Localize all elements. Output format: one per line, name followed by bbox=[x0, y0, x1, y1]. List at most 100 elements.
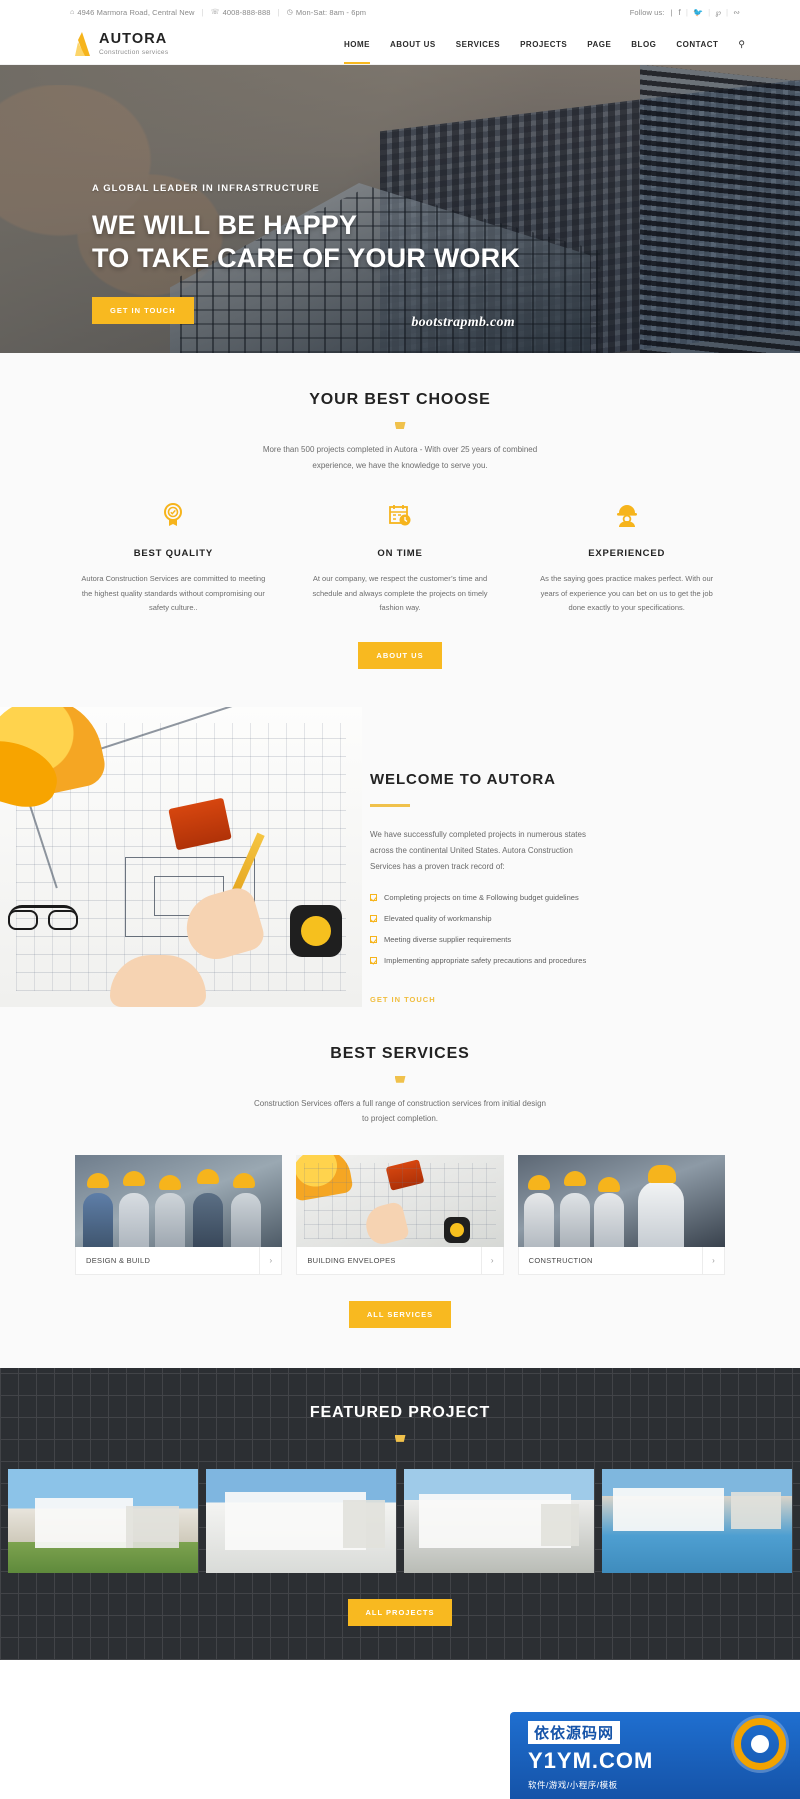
service-card-list: DESIGN & BUILD › BUILDING ENVELOPES › CO… bbox=[0, 1154, 800, 1275]
feature-best-quality: BEST QUALITY Autora Construction Service… bbox=[60, 503, 287, 616]
checklist-item: Elevated quality of workmanship bbox=[370, 913, 728, 925]
twitter-icon[interactable]: 🐦 bbox=[693, 8, 703, 17]
divider: | bbox=[685, 7, 689, 17]
badge-ring-icon bbox=[734, 1718, 786, 1770]
autora-logo-icon bbox=[72, 31, 92, 57]
badge-subtitle: 软件/游戏/小程序/模板 bbox=[528, 1779, 618, 1790]
service-label: DESIGN & BUILD bbox=[86, 1255, 151, 1265]
badge-url: Y1YM.COM bbox=[528, 1747, 654, 1773]
welcome-checklist: Completing projects on time & Following … bbox=[370, 892, 728, 967]
nav-item-services[interactable]: SERVICES bbox=[446, 28, 510, 61]
feature-title: ON TIME bbox=[377, 548, 423, 560]
checklist-item: Completing projects on time & Following … bbox=[370, 892, 728, 904]
service-image bbox=[296, 1154, 504, 1247]
best-choose-description: More than 500 projects completed in Auto… bbox=[262, 445, 538, 470]
feature-text: As the saying goes practice makes perfec… bbox=[540, 574, 714, 613]
check-icon bbox=[370, 935, 377, 943]
welcome-section: WELCOME TO AUTORA We have successfully c… bbox=[0, 707, 800, 1007]
main-nav[interactable]: HOME ABOUT US SERVICES PROJECTS PAGE BLO… bbox=[334, 28, 745, 64]
topbar-social: Follow us: | f | 🐦 | ℘ | ∾ bbox=[630, 8, 740, 17]
phone-icon: ☏ bbox=[210, 9, 220, 16]
logo[interactable]: AUTORA Construction services bbox=[72, 31, 168, 57]
service-image bbox=[75, 1154, 283, 1247]
service-next-arrow-icon[interactable]: › bbox=[480, 1246, 503, 1274]
about-us-button[interactable]: ABOUT US bbox=[358, 642, 442, 670]
best-choose-title: YOUR BEST CHOOSE bbox=[309, 391, 491, 408]
welcome-get-in-touch-link[interactable]: GET IN TOUCH bbox=[370, 995, 436, 1004]
home-icon: ⌂ bbox=[70, 8, 75, 16]
feature-text: Autora Construction Services are committ… bbox=[81, 574, 266, 613]
project-thumbnail-1[interactable] bbox=[8, 1468, 198, 1573]
topbar-hours-text: Mon-Sat: 8am - 6pm bbox=[295, 7, 367, 17]
service-card-design-build[interactable]: DESIGN & BUILD › bbox=[75, 1154, 283, 1275]
checklist-label: Implementing appropriate safety precauti… bbox=[384, 955, 587, 965]
checklist-label: Elevated quality of workmanship bbox=[384, 913, 492, 923]
rss-icon[interactable]: ∾ bbox=[733, 8, 740, 17]
check-icon bbox=[370, 914, 377, 922]
welcome-title: WELCOME TO AUTORA bbox=[370, 771, 556, 789]
nav-item-page[interactable]: PAGE bbox=[577, 28, 621, 61]
all-services-button[interactable]: ALL SERVICES bbox=[348, 1300, 452, 1328]
best-choose-section: YOUR BEST CHOOSE More than 500 projects … bbox=[0, 353, 800, 708]
service-card-construction[interactable]: CONSTRUCTION › bbox=[517, 1154, 725, 1275]
site-header: AUTORA Construction services HOME ABOUT … bbox=[0, 24, 800, 65]
section-ornament-icon bbox=[385, 421, 415, 430]
welcome-intro: We have successfully completed projects … bbox=[370, 829, 586, 872]
hero-title-line-2: TO TAKE CARE OF YOUR WORK bbox=[92, 243, 521, 274]
project-thumbnail-4[interactable] bbox=[602, 1468, 792, 1573]
glasses-icon bbox=[8, 905, 78, 931]
source-site-badge[interactable]: 依依源码网 Y1YM.COM 软件/游戏/小程序/模板 bbox=[510, 1712, 800, 1799]
topbar-phone-text: 4008-888-888 bbox=[222, 7, 271, 17]
nav-item-blog[interactable]: BLOG bbox=[621, 28, 666, 61]
clock-icon: ◷ bbox=[286, 9, 293, 16]
services-title: BEST SERVICES bbox=[330, 1044, 470, 1062]
badge-chinese-name: 依依源码网 bbox=[528, 1720, 621, 1744]
worker-helmet-icon bbox=[531, 503, 722, 529]
social-links[interactable]: f | 🐦 | ℘ | ∾ bbox=[679, 8, 740, 17]
service-next-arrow-icon[interactable]: › bbox=[701, 1246, 724, 1274]
check-icon bbox=[370, 956, 377, 964]
section-ornament-icon bbox=[385, 1434, 415, 1443]
nav-item-home[interactable]: HOME bbox=[334, 28, 380, 64]
about-us-button-wrap: ABOUT US bbox=[0, 642, 800, 670]
check-icon bbox=[370, 893, 377, 901]
hero-banner: A GLOBAL LEADER IN INFRASTRUCTURE WE WIL… bbox=[0, 65, 800, 353]
services-description: Construction Services offers a full rang… bbox=[254, 1098, 546, 1124]
feature-title: EXPERIENCED bbox=[588, 548, 666, 560]
service-next-arrow-icon[interactable]: › bbox=[259, 1246, 281, 1274]
all-projects-button[interactable]: ALL PROJECTS bbox=[347, 1598, 453, 1626]
feature-title: BEST QUALITY bbox=[133, 548, 213, 560]
feature-text: At our company, we respect the customer’… bbox=[312, 574, 488, 613]
service-caption: CONSTRUCTION › bbox=[517, 1246, 725, 1275]
section-ornament-icon bbox=[385, 1075, 415, 1084]
title-underline bbox=[370, 804, 410, 807]
services-section: BEST SERVICES Construction Services offe… bbox=[0, 1006, 800, 1368]
service-card-building-envelopes[interactable]: BUILDING ENVELOPES › bbox=[296, 1154, 504, 1275]
checklist-item: Meeting diverse supplier requirements bbox=[370, 934, 728, 946]
brand-name: AUTORA bbox=[99, 31, 168, 48]
nav-item-projects[interactable]: PROJECTS bbox=[510, 28, 577, 61]
feature-experienced: EXPERIENCED As the saying goes practice … bbox=[513, 503, 740, 616]
topbar: ⌂ 4946 Marmora Road, Central New | ☏ 400… bbox=[0, 0, 800, 24]
welcome-text-block: WELCOME TO AUTORA We have successfully c… bbox=[362, 707, 800, 1007]
hero-content: A GLOBAL LEADER IN INFRASTRUCTURE WE WIL… bbox=[0, 65, 800, 325]
nav-item-contact[interactable]: CONTACT bbox=[666, 28, 728, 61]
project-thumbnail-2[interactable] bbox=[206, 1468, 396, 1573]
feature-on-time: ON TIME At our company, we respect the c… bbox=[287, 503, 514, 616]
blueprint-illustration bbox=[0, 707, 362, 1007]
award-medal-icon bbox=[78, 503, 269, 529]
featured-title: FEATURED PROJECT bbox=[309, 1403, 491, 1421]
divider: | bbox=[670, 7, 673, 17]
pinterest-icon[interactable]: ℘ bbox=[715, 8, 721, 17]
nav-item-about-us[interactable]: ABOUT US bbox=[380, 28, 446, 61]
project-thumbnail-3[interactable] bbox=[404, 1468, 594, 1573]
service-caption: BUILDING ENVELOPES › bbox=[296, 1246, 504, 1275]
service-label: CONSTRUCTION bbox=[528, 1255, 593, 1265]
get-in-touch-button[interactable]: GET IN TOUCH bbox=[92, 297, 194, 325]
search-icon[interactable]: ⚲ bbox=[728, 39, 745, 50]
calendar-clock-icon bbox=[305, 503, 496, 529]
checklist-item: Implementing appropriate safety precauti… bbox=[370, 955, 728, 967]
divider: | bbox=[201, 7, 204, 17]
facebook-icon[interactable]: f bbox=[679, 8, 681, 17]
topbar-phone: ☏ 4008-888-888 bbox=[211, 8, 271, 17]
